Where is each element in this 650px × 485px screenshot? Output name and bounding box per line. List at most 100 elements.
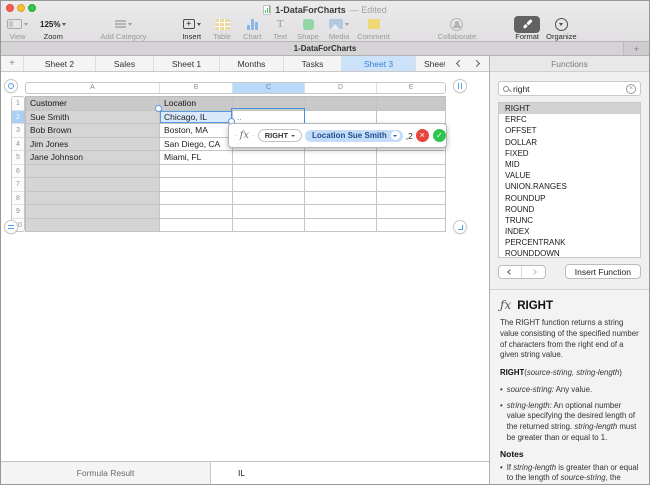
function-list-item[interactable]: ERFC <box>499 114 640 125</box>
cell-b7[interactable] <box>160 178 233 192</box>
row-number[interactable]: 9 <box>12 205 24 219</box>
close-window-button[interactable] <box>6 4 14 12</box>
cell-b3[interactable]: Boston, MA <box>160 124 233 138</box>
sheet-tab[interactable]: Tasks <box>283 56 341 71</box>
function-list-item[interactable]: ROUNDDOWN <box>499 248 640 257</box>
cell-b1[interactable]: Location <box>160 97 233 111</box>
row-number[interactable]: 7 <box>12 178 24 192</box>
forward-button[interactable] <box>522 266 545 278</box>
cell-e10[interactable] <box>377 218 446 232</box>
column-header-b[interactable]: B <box>160 83 233 93</box>
zoom-window-button[interactable] <box>28 4 36 12</box>
cell-e7[interactable] <box>377 178 446 192</box>
function-search-field[interactable]: × <box>498 81 641 96</box>
row-number[interactable]: 3 <box>12 124 24 138</box>
function-list-item[interactable]: ROUNDUP <box>499 193 640 204</box>
sheet-tab[interactable]: Months <box>219 56 283 71</box>
function-list-item[interactable]: VALUE <box>499 170 640 181</box>
minimize-window-button[interactable] <box>17 4 25 12</box>
format-button[interactable]: Format <box>514 15 541 41</box>
back-button[interactable] <box>499 265 522 278</box>
cell-b9[interactable] <box>160 205 233 219</box>
cell-a6[interactable] <box>26 164 160 178</box>
accept-formula-button[interactable]: ✓ <box>432 129 446 142</box>
cell-a3[interactable]: Bob Brown <box>26 124 160 138</box>
cell-e5[interactable] <box>377 151 446 165</box>
row-number[interactable]: 1 <box>12 97 24 111</box>
insert-button[interactable]: + Insert <box>182 17 201 41</box>
row-number-selected[interactable]: 2 <box>12 110 24 124</box>
document-tab[interactable]: 1-DataForCharts <box>294 44 357 53</box>
row-number[interactable]: 8 <box>12 192 24 205</box>
column-header-d[interactable]: D <box>305 83 377 93</box>
cell-c2-editing[interactable]: .. <box>233 110 305 124</box>
chart-button[interactable]: Chart <box>243 17 261 41</box>
cell-c7[interactable] <box>233 178 305 192</box>
cell-e8[interactable] <box>377 191 446 205</box>
cell-c6[interactable] <box>233 164 305 178</box>
cell-d8[interactable] <box>305 191 377 205</box>
cell-d7[interactable] <box>305 178 377 192</box>
organize-button[interactable]: Organize <box>546 17 577 41</box>
column-header-e[interactable]: E <box>377 83 445 93</box>
column-header-c[interactable]: C <box>233 83 305 93</box>
row-number[interactable]: 4 <box>12 138 24 151</box>
cell-d2[interactable] <box>305 110 377 124</box>
cell-a4[interactable]: Jim Jones <box>26 137 160 151</box>
fx-label[interactable]: fx <box>240 130 249 141</box>
scroll-tabs-left-icon[interactable] <box>455 59 464 68</box>
cell-b10[interactable] <box>160 218 233 232</box>
function-list-item[interactable]: TRUNC <box>499 215 640 226</box>
function-list-item[interactable]: ROUND <box>499 204 640 215</box>
cell-a7[interactable] <box>26 178 160 192</box>
collaborate-button[interactable]: Collaborate <box>438 17 476 41</box>
function-list-item-selected[interactable]: RIGHT <box>499 103 640 115</box>
cell-a1[interactable]: Customer <box>26 97 160 111</box>
cell-d5[interactable] <box>305 151 377 165</box>
cell-b8[interactable] <box>160 191 233 205</box>
add-sheet-button[interactable]: + <box>1 56 23 71</box>
cell-d6[interactable] <box>305 164 377 178</box>
search-input[interactable] <box>513 83 622 94</box>
function-list-item[interactable]: MID <box>499 159 640 170</box>
cell-a9[interactable] <box>26 205 160 219</box>
cell-e2[interactable] <box>377 110 446 124</box>
sheet-tab[interactable]: Sheet 2 <box>23 56 95 71</box>
table-button[interactable]: Table <box>213 17 231 41</box>
cell-e6[interactable] <box>377 164 446 178</box>
cell-c8[interactable] <box>233 191 305 205</box>
cell-a8[interactable] <box>26 191 160 205</box>
cell-b6[interactable] <box>160 164 233 178</box>
editor-drag-dot[interactable]: · <box>252 131 255 140</box>
zoom-control[interactable]: 125% Zoom <box>40 17 67 41</box>
cell-c1[interactable] <box>233 97 305 111</box>
cell-reference-token[interactable]: Location Sue Smith <box>305 129 403 142</box>
function-name-dropdown[interactable]: RIGHT <box>257 129 303 142</box>
add-row-handle[interactable] <box>4 220 18 234</box>
shape-button[interactable]: Shape <box>297 17 319 41</box>
row-number[interactable]: 6 <box>12 165 24 178</box>
comment-button[interactable]: Comment <box>357 17 390 41</box>
scroll-tabs-right-icon[interactable] <box>472 59 481 68</box>
text-button[interactable]: T Text <box>273 17 287 41</box>
sheet-tab-selected[interactable]: Sheet 3 <box>341 56 415 71</box>
function-list-item[interactable]: FIXED <box>499 148 640 159</box>
new-tab-button[interactable]: + <box>623 42 649 55</box>
cell-b5[interactable]: Miami, FL <box>160 151 233 165</box>
cell-d1[interactable] <box>305 97 377 111</box>
insert-function-button[interactable]: Insert Function <box>564 264 641 279</box>
cell-c9[interactable] <box>233 205 305 219</box>
function-list-item[interactable]: PERCENTRANK <box>499 237 640 248</box>
cell-d9[interactable] <box>305 205 377 219</box>
editor-drag-dot[interactable]: · <box>234 131 237 140</box>
cell-c10[interactable] <box>233 218 305 232</box>
select-table-handle[interactable] <box>4 79 18 93</box>
cell-b4[interactable]: San Diego, CA <box>160 137 233 151</box>
column-header-a[interactable]: A <box>26 83 160 93</box>
add-category-button[interactable]: Add Category <box>100 17 146 41</box>
media-button[interactable]: Media <box>329 17 349 41</box>
row-number[interactable]: 5 <box>12 151 24 165</box>
view-button[interactable]: View <box>7 17 28 41</box>
cell-c5[interactable] <box>233 151 305 165</box>
function-list-item[interactable]: INDEX <box>499 226 640 237</box>
